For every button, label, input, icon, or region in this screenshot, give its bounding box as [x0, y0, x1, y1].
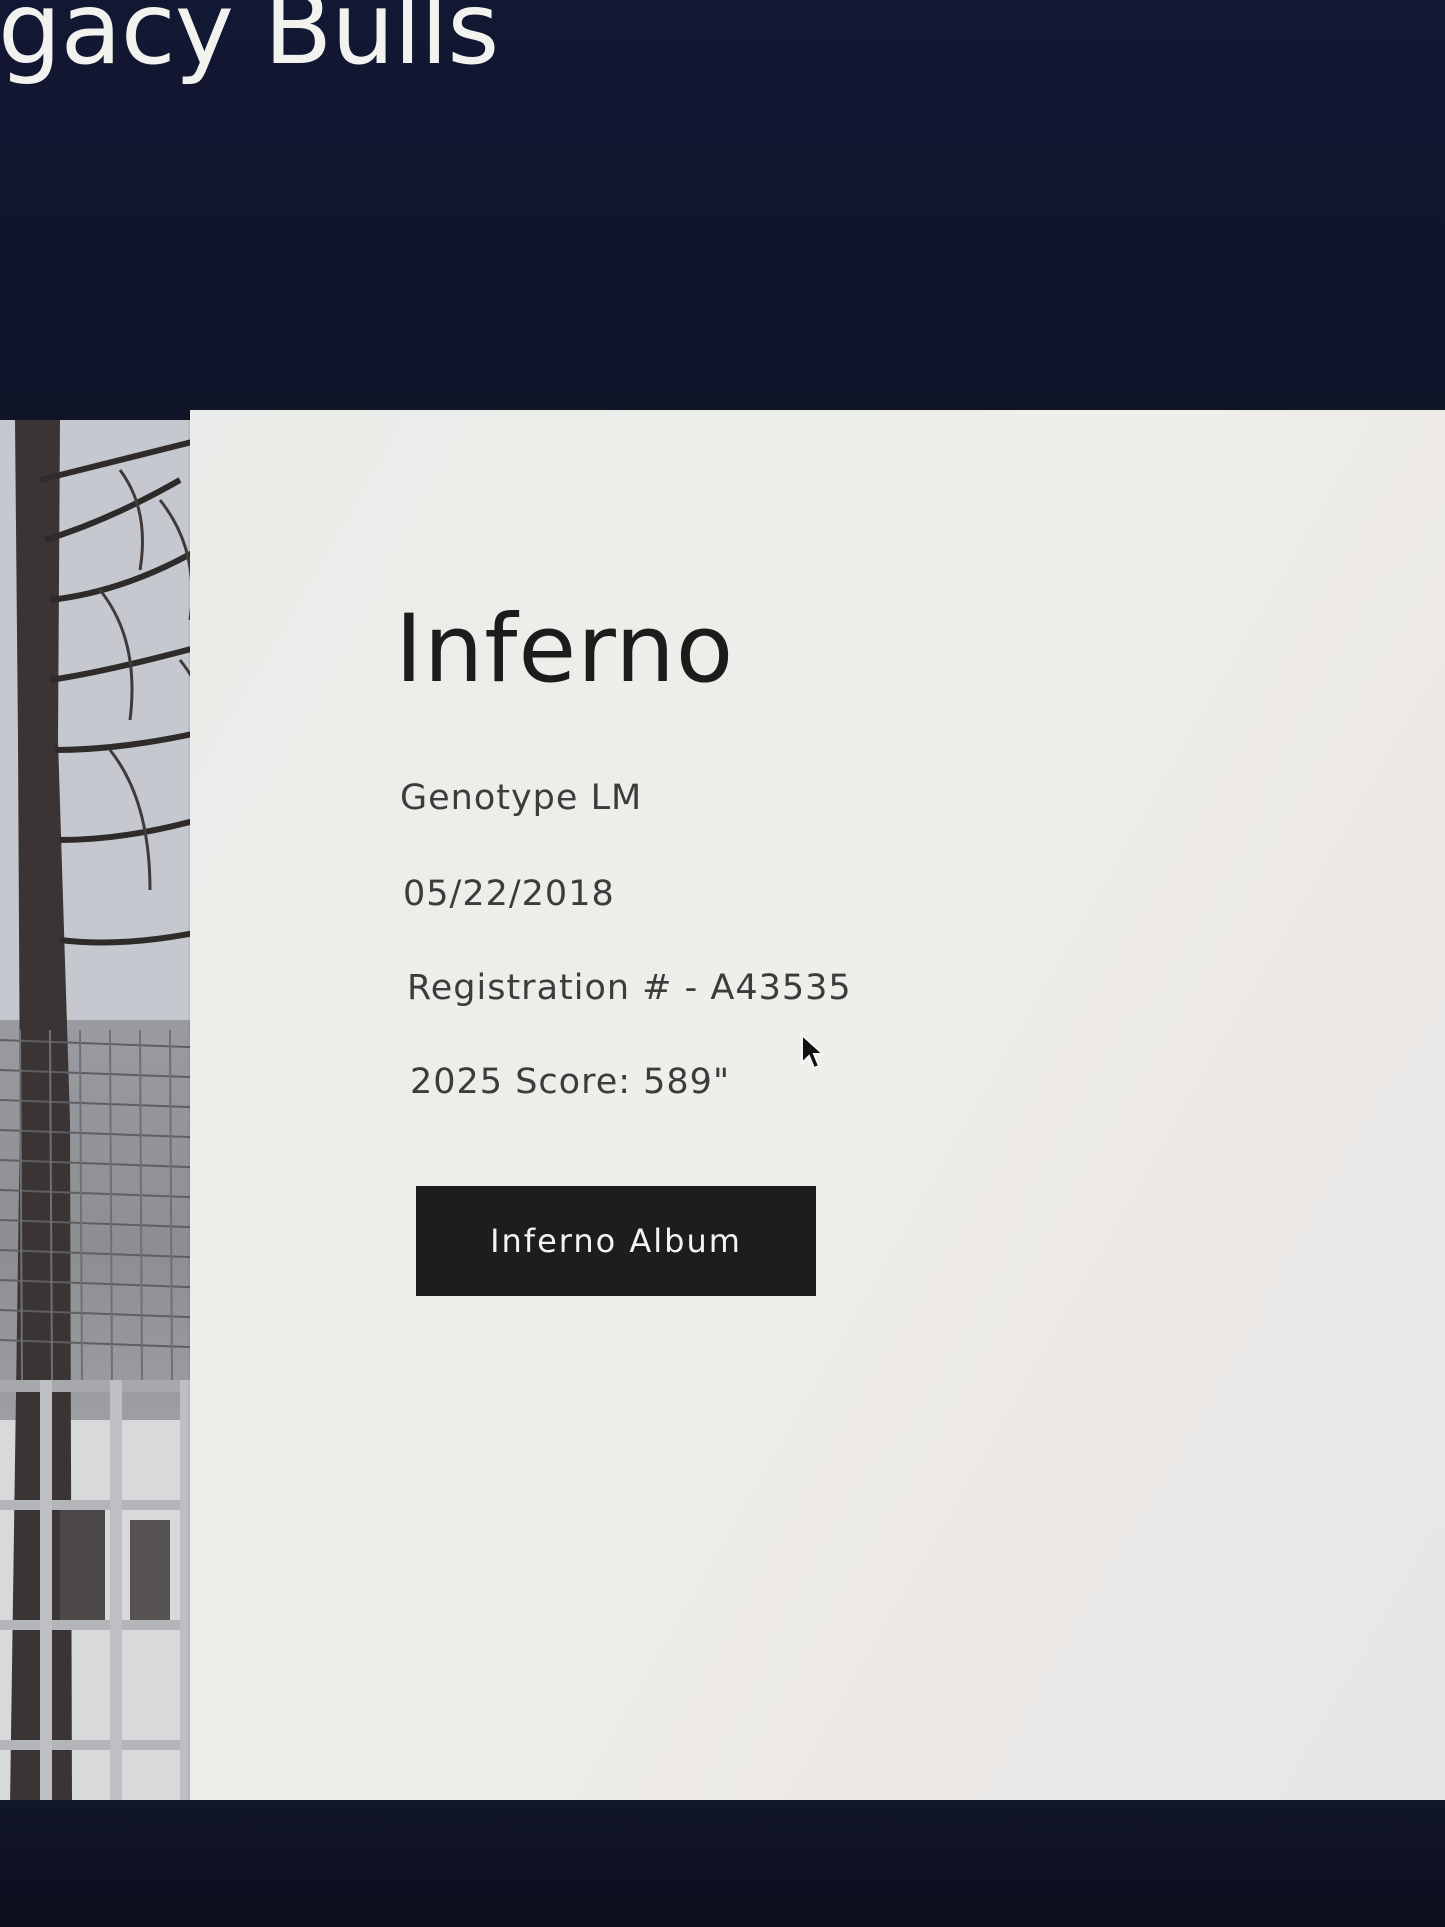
mouse-pointer-icon — [800, 1032, 826, 1073]
registration-text: Registration # - A43535 — [407, 968, 852, 1008]
genotype-text: Genotype LM — [400, 778, 643, 818]
bottom-bar — [0, 1800, 1445, 1927]
score-text: 2025 Score: 589" — [410, 1062, 731, 1102]
section-title: gacy Bulls — [0, 0, 499, 87]
album-button[interactable]: Inferno Album — [416, 1186, 816, 1296]
bull-card: Inferno Genotype LM 05/22/2018 Registrat… — [190, 410, 1445, 1805]
date-text: 05/22/2018 — [403, 874, 615, 914]
page-header: gacy Bulls — [0, 0, 1445, 405]
bull-name: Inferno — [395, 595, 735, 704]
